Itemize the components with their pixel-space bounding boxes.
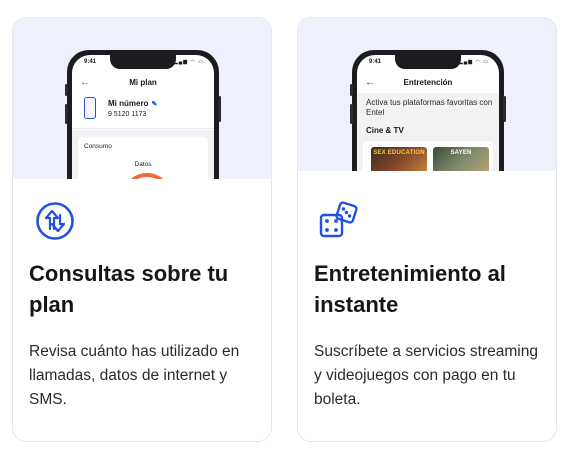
feature-card-entertainment: 9:41 ▂▄▆ ◠ ▭ ← Entretención Activa tus p…	[297, 17, 557, 442]
line-name: Mi número	[108, 99, 149, 108]
card-title: Entretenimiento al instante	[314, 261, 506, 317]
hero-image-entertainment: 9:41 ▂▄▆ ◠ ▭ ← Entretención Activa tus p…	[298, 18, 556, 171]
feature-card-plan: 9:41 ▂▄▆ ◠ ▭ ← Mi plan Mi número ✎ 9 5120…	[12, 17, 272, 442]
phone-nav-bar: ← Mi plan	[72, 77, 214, 91]
show-title: SEX EDUCATION	[373, 150, 425, 156]
line-number: 9 5120 1173	[108, 111, 147, 118]
show-thumbnail: SEX EDUCATION	[371, 147, 427, 171]
phone-mockup: 9:41 ▂▄▆ ◠ ▭ ← Mi plan Mi número ✎ 9 5120…	[65, 50, 221, 179]
phone-screen: 9:41 ▂▄▆ ◠ ▭ ← Entretención Activa tus p…	[357, 55, 499, 171]
card-description: Suscríbete a servicios streaming y video…	[314, 343, 538, 408]
show-title: SAYEN	[450, 150, 472, 156]
phone-nav-bar: ← Entretención	[357, 77, 499, 91]
status-icons: ▂▄▆ ◠ ▭	[173, 59, 204, 65]
phone-screen-title: Entretención	[403, 78, 453, 87]
dice-icon	[319, 201, 358, 238]
card-description: Revisa cuánto has utilizado en llamadas,…	[29, 343, 240, 408]
usage-label: Datos	[134, 161, 152, 168]
usage-card: Consumo Datos	[78, 137, 208, 179]
usage-title: Consumo	[84, 143, 112, 150]
arrows-up-down-icon	[36, 202, 74, 240]
usage-gauge	[122, 173, 172, 179]
thumbnails-row: SEX EDUCATION SAYEN	[363, 141, 493, 171]
phone-mockup: 9:41 ▂▄▆ ◠ ▭ ← Entretención Activa tus p…	[350, 50, 506, 171]
hero-image-plan: 9:41 ▂▄▆ ◠ ▭ ← Mi plan Mi número ✎ 9 5120…	[13, 18, 271, 179]
show-thumbnail: SAYEN	[433, 147, 489, 171]
phone-screen-title: Mi plan	[129, 78, 157, 87]
edit-pencil-icon: ✎	[151, 101, 158, 108]
promo-banner-text: Activa tus plataformas favoritas con Ent…	[366, 98, 493, 117]
status-icons: ▂▄▆ ◠ ▭	[458, 59, 489, 65]
phone-screen: 9:41 ▂▄▆ ◠ ▭ ← Mi plan Mi número ✎ 9 5120…	[72, 55, 214, 179]
section-title: Cine & TV	[366, 126, 404, 135]
status-time: 9:41	[369, 59, 382, 65]
card-title: Consultas sobre tu plan	[29, 261, 229, 317]
line-info: Mi número ✎ 9 5120 1173	[72, 95, 214, 129]
status-time: 9:41	[84, 59, 97, 65]
phone-line-icon	[84, 97, 96, 119]
